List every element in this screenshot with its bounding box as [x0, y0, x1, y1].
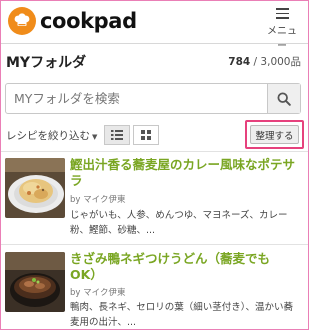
recipe-ingredients: じゃがいも、人参、めんつゆ、マヨネーズ、カレー粉、鰹節、砂糖、...	[70, 210, 288, 236]
recipe-thumbnail-potato-salad[interactable]	[5, 158, 65, 218]
search-box	[5, 83, 301, 114]
recipe-author[interactable]: by マイク伊東	[70, 193, 125, 205]
filter-row: レシピを絞り込む ▼ 整理する	[0, 120, 309, 150]
grid-icon	[141, 130, 151, 140]
recipe-count: 784 / 3,000品	[228, 54, 301, 69]
recipe-item[interactable]: きざみ鴨ネギつけうどん（蕎麦でもOK） by マイク伊東 鴨肉、長ネギ、セロリの…	[0, 245, 309, 330]
organize-button[interactable]: 整理する	[250, 125, 299, 144]
organize-highlight: 整理する	[245, 120, 304, 149]
view-toggle	[104, 125, 159, 145]
list-icon	[111, 130, 123, 140]
list-view-button[interactable]	[104, 125, 130, 145]
grid-view-button[interactable]	[133, 125, 159, 145]
caret-down-icon: ▼	[92, 133, 98, 141]
page-title: MYフォルダ	[6, 55, 87, 71]
recipe-author[interactable]: by マイク伊東	[70, 286, 125, 298]
search-input[interactable]	[6, 84, 268, 113]
app-header: cookpad メニュー	[0, 0, 309, 52]
filter-dropdown[interactable]: レシピを絞り込む ▼	[6, 128, 97, 143]
search-icon	[277, 91, 291, 106]
folder-title-row: MYフォルダ 784 / 3,000品	[0, 44, 309, 76]
logo-text: cookpad	[40, 9, 137, 33]
recipe-item[interactable]: 鰹出汁香る蕎麦屋のカレー風味なポテサラ by マイク伊東 じゃがいも、人参、めん…	[0, 152, 309, 244]
search-button[interactable]	[267, 84, 300, 113]
recipe-count-current: 784	[228, 56, 251, 68]
recipe-title[interactable]: きざみ鴨ネギつけうどん（蕎麦でもOK）	[70, 251, 295, 283]
recipe-count-total: / 3,000品	[250, 56, 301, 68]
recipe-ingredients: 鴨肉、長ネギ、セロリの葉（細い茎付き）、温かい蕎麦用の出汁、...	[70, 302, 293, 328]
chef-hat-icon	[8, 7, 36, 35]
recipe-title[interactable]: 鰹出汁香る蕎麦屋のカレー風味なポテサラ	[70, 157, 295, 189]
cookpad-logo[interactable]: cookpad	[8, 7, 137, 35]
recipe-thumbnail-duck-udon[interactable]	[5, 252, 65, 312]
filter-label: レシピを絞り込む	[6, 130, 90, 142]
hamburger-icon	[275, 8, 289, 19]
